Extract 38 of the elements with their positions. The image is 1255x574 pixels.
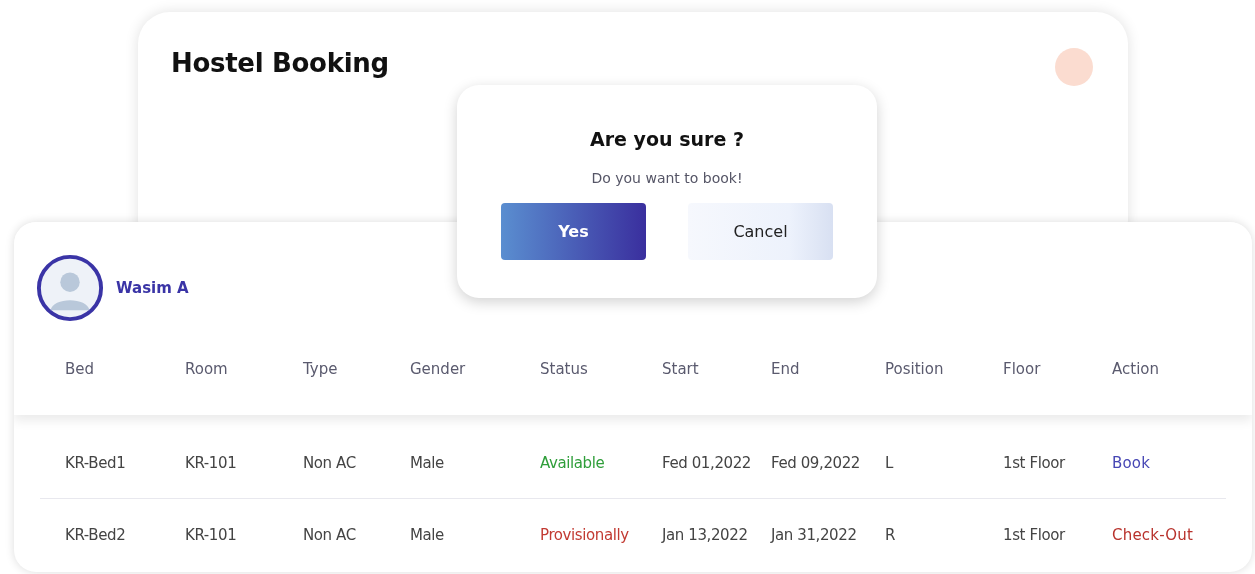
yes-button[interactable]: Yes <box>501 203 646 260</box>
column-header: Status <box>540 360 589 378</box>
table-cell: Non AC <box>303 454 356 472</box>
action-link[interactable]: Book <box>1112 454 1151 472</box>
table-cell: Male <box>410 526 444 544</box>
column-header: Position <box>885 360 945 378</box>
column-header: Action <box>1112 360 1160 378</box>
page-title: Hostel Booking <box>171 48 389 78</box>
table-cell: R <box>885 526 896 544</box>
dialog-title: Are you sure ? <box>590 128 744 150</box>
user-name: Wasim A <box>116 279 189 297</box>
column-header: Start <box>662 360 700 378</box>
table-cell: Fed 09,2022 <box>771 454 860 472</box>
table-cell: Male <box>410 454 444 472</box>
table-cell: KR-Bed2 <box>65 526 126 544</box>
status-dot <box>1055 48 1093 86</box>
column-header: Room <box>185 360 229 378</box>
column-header: Type <box>303 360 339 378</box>
status-text: Available <box>540 454 605 472</box>
column-header: End <box>771 360 801 378</box>
table-cell: Jan 31,2022 <box>771 526 857 544</box>
table-cell: KR-101 <box>185 526 237 544</box>
cancel-button[interactable]: Cancel <box>688 203 833 260</box>
table-cell: KR-Bed1 <box>65 454 126 472</box>
table-cell: Jan 13,2022 <box>662 526 748 544</box>
avatar-icon <box>36 254 104 322</box>
table-cell: KR-101 <box>185 454 237 472</box>
table-cell: Non AC <box>303 526 356 544</box>
table-cell: 1st Floor <box>1003 454 1065 472</box>
column-header: Bed <box>65 360 96 378</box>
dialog-message: Do you want to book! <box>591 170 743 186</box>
column-header: Gender <box>410 360 467 378</box>
action-link[interactable]: Check-Out <box>1112 526 1193 544</box>
table-cell: 1st Floor <box>1003 526 1065 544</box>
table-cell: L <box>885 454 893 472</box>
column-header: Floor <box>1003 360 1042 378</box>
status-text: Provisionally <box>540 526 629 544</box>
table-cell: Fed 01,2022 <box>662 454 751 472</box>
